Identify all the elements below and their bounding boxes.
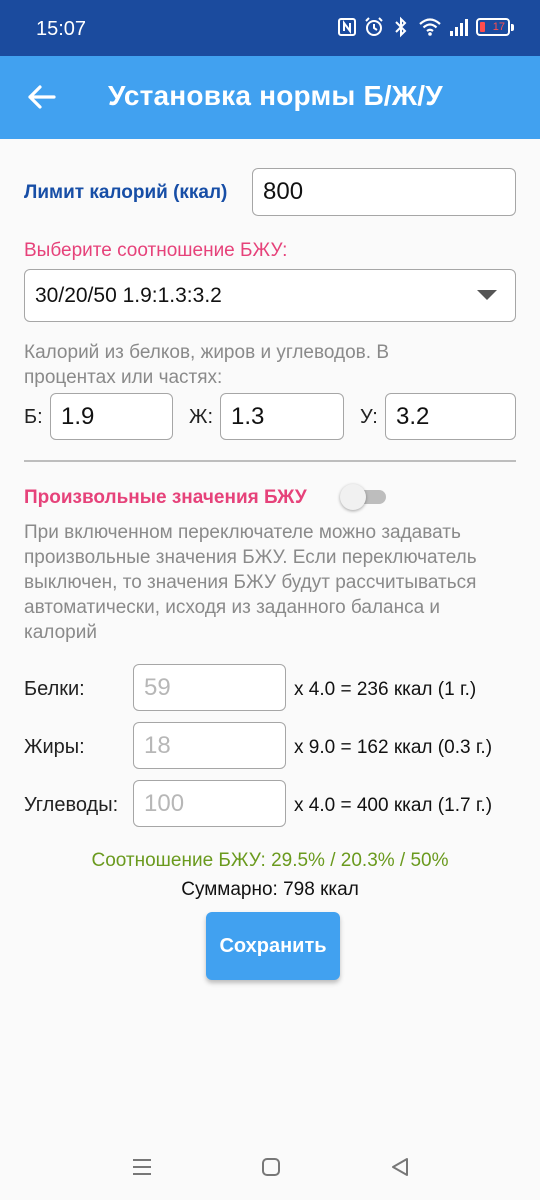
status-time: 15:07 — [36, 18, 87, 40]
custom-values-label: Произвольные значения БЖУ — [24, 487, 307, 508]
fat-grams-value: 18 — [144, 731, 171, 759]
calorie-limit-value: 800 — [263, 178, 304, 205]
protein-part-label: Б: — [24, 406, 43, 428]
fat-part-value: 1.3 — [231, 402, 265, 430]
bluetooth-icon — [395, 16, 407, 38]
arrow-left-icon[interactable] — [26, 82, 56, 112]
fat-grams-input[interactable]: 18 — [133, 722, 286, 769]
custom-values-toggle[interactable] — [340, 484, 386, 510]
page-title: Установка нормы Б/Ж/У — [108, 80, 443, 111]
nfc-icon — [338, 18, 356, 36]
navigation-bar — [0, 1133, 540, 1200]
fat-part-label: Ж: — [189, 406, 214, 428]
status-bar: 15:07 17 — [0, 0, 540, 56]
parts-hint: Калорий из белков, жиров и углеводов. В … — [24, 342, 390, 388]
carbs-grams-value: 100 — [144, 789, 185, 817]
protein-part-value: 1.9 — [61, 402, 95, 430]
section-divider — [24, 460, 516, 462]
calorie-limit-input[interactable]: 800 — [252, 168, 516, 216]
home-icon[interactable] — [261, 1157, 281, 1177]
carbs-part-label: У: — [360, 406, 378, 428]
carbs-label: Углеводы: — [24, 794, 119, 816]
protein-label: Белки: — [24, 678, 85, 700]
protein-part-input[interactable]: 1.9 — [50, 393, 173, 440]
ratio-select-label: Выберите соотношение БЖУ: — [24, 240, 288, 261]
protein-calc: x 4.0 = 236 ккал (1 г.) — [294, 679, 477, 700]
save-button[interactable]: Сохранить — [206, 912, 340, 980]
carbs-part-value: 3.2 — [396, 402, 430, 430]
battery-icon: 17 — [476, 18, 514, 36]
ratio-select-dropdown[interactable]: 30/20/50 1.9:1.3:3.2 — [24, 269, 516, 322]
protein-grams-value: 59 — [144, 673, 171, 701]
custom-values-description: При включенном переключателе можно задав… — [24, 522, 477, 643]
menu-icon[interactable] — [131, 1157, 153, 1177]
protein-grams-input[interactable]: 59 — [133, 664, 286, 711]
carbs-grams-input[interactable]: 100 — [133, 780, 286, 827]
signal-icon — [450, 19, 468, 36]
ratio-summary: Соотношение БЖУ: 29.5% / 20.3% / 50% — [91, 850, 449, 871]
battery-level: 17 — [492, 21, 505, 33]
carbs-calc: x 4.0 = 400 ккал (1.7 г.) — [294, 795, 493, 816]
fat-part-input[interactable]: 1.3 — [220, 393, 344, 440]
ratio-select-value: 30/20/50 1.9:1.3:3.2 — [35, 283, 222, 307]
fat-label: Жиры: — [24, 736, 85, 758]
chevron-down-icon — [477, 290, 497, 300]
carbs-part-input[interactable]: 3.2 — [385, 393, 516, 440]
app-bar: Установка нормы Б/Ж/У — [0, 56, 540, 139]
back-icon[interactable] — [390, 1157, 410, 1177]
alarm-icon — [365, 17, 383, 36]
status-icons: 17 — [337, 16, 514, 38]
calorie-limit-label: Лимит калорий (ккал) — [24, 182, 228, 203]
total-summary: Суммарно: 798 ккал — [181, 879, 359, 900]
fat-calc: x 9.0 = 162 ккал (0.3 г.) — [294, 737, 493, 758]
toggle-thumb — [340, 484, 366, 510]
wifi-icon — [419, 18, 441, 36]
